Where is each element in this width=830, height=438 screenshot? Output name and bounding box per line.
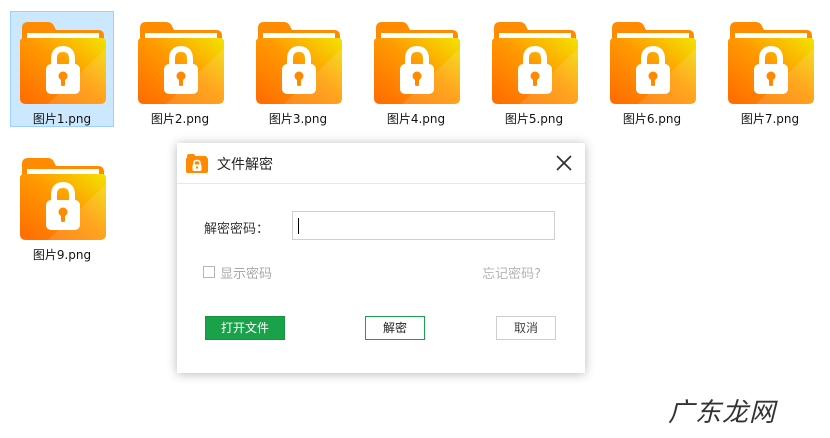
show-password-checkbox[interactable]: 显示密码 xyxy=(203,263,273,282)
locked-folder-icon xyxy=(186,154,208,173)
locked-folder-icon xyxy=(374,22,460,104)
text-caret xyxy=(298,218,299,234)
desktop: 图片1.png 图片2.png 图片3.png 图片4.png 图片5.png … xyxy=(0,0,830,438)
locked-folder-icon xyxy=(492,22,578,104)
decrypt-button[interactable]: 解密 xyxy=(365,316,425,340)
locked-folder-icon xyxy=(20,22,106,104)
decrypt-dialog: 文件解密 解密密码： 显示密码 忘记密码? 打开文件 解密 取消 xyxy=(177,143,585,373)
file-name-label: 图片9.png xyxy=(32,248,92,262)
locked-folder-icon xyxy=(610,22,696,104)
file-item[interactable]: 图片4.png xyxy=(364,11,468,127)
locked-folder-icon xyxy=(728,22,814,104)
file-item[interactable]: 图片7.png xyxy=(718,11,822,127)
file-item[interactable]: 图片1.png xyxy=(10,11,114,127)
locked-folder-icon xyxy=(20,158,106,240)
file-name-label: 图片3.png xyxy=(268,112,328,126)
forgot-password-link[interactable]: 忘记密码? xyxy=(482,263,541,282)
file-item[interactable]: 图片5.png xyxy=(482,11,586,127)
open-file-button[interactable]: 打开文件 xyxy=(205,316,285,340)
file-name-label: 图片1.png xyxy=(32,112,92,126)
file-item[interactable]: 图片3.png xyxy=(246,11,350,127)
file-name-label: 图片2.png xyxy=(150,112,210,126)
dialog-header: 文件解密 xyxy=(177,143,585,184)
checkbox-box[interactable] xyxy=(203,266,215,278)
file-item[interactable]: 图片9.png xyxy=(10,147,114,263)
show-password-label: 显示密码 xyxy=(220,266,273,282)
file-name-label: 图片6.png xyxy=(622,112,682,126)
file-name-label: 图片5.png xyxy=(504,112,564,126)
locked-folder-icon xyxy=(138,22,224,104)
file-name-label: 图片4.png xyxy=(386,112,446,126)
file-item[interactable]: 图片6.png xyxy=(600,11,704,127)
close-icon[interactable] xyxy=(553,152,575,174)
dialog-title: 文件解密 xyxy=(217,157,273,173)
file-item[interactable]: 图片2.png xyxy=(128,11,232,127)
password-label: 解密密码： xyxy=(204,222,270,237)
password-input[interactable] xyxy=(292,211,555,240)
cancel-button[interactable]: 取消 xyxy=(496,316,556,340)
watermark-text: 广东龙网 xyxy=(668,398,777,428)
file-name-label: 图片7.png xyxy=(740,112,800,126)
locked-folder-icon xyxy=(256,22,342,104)
